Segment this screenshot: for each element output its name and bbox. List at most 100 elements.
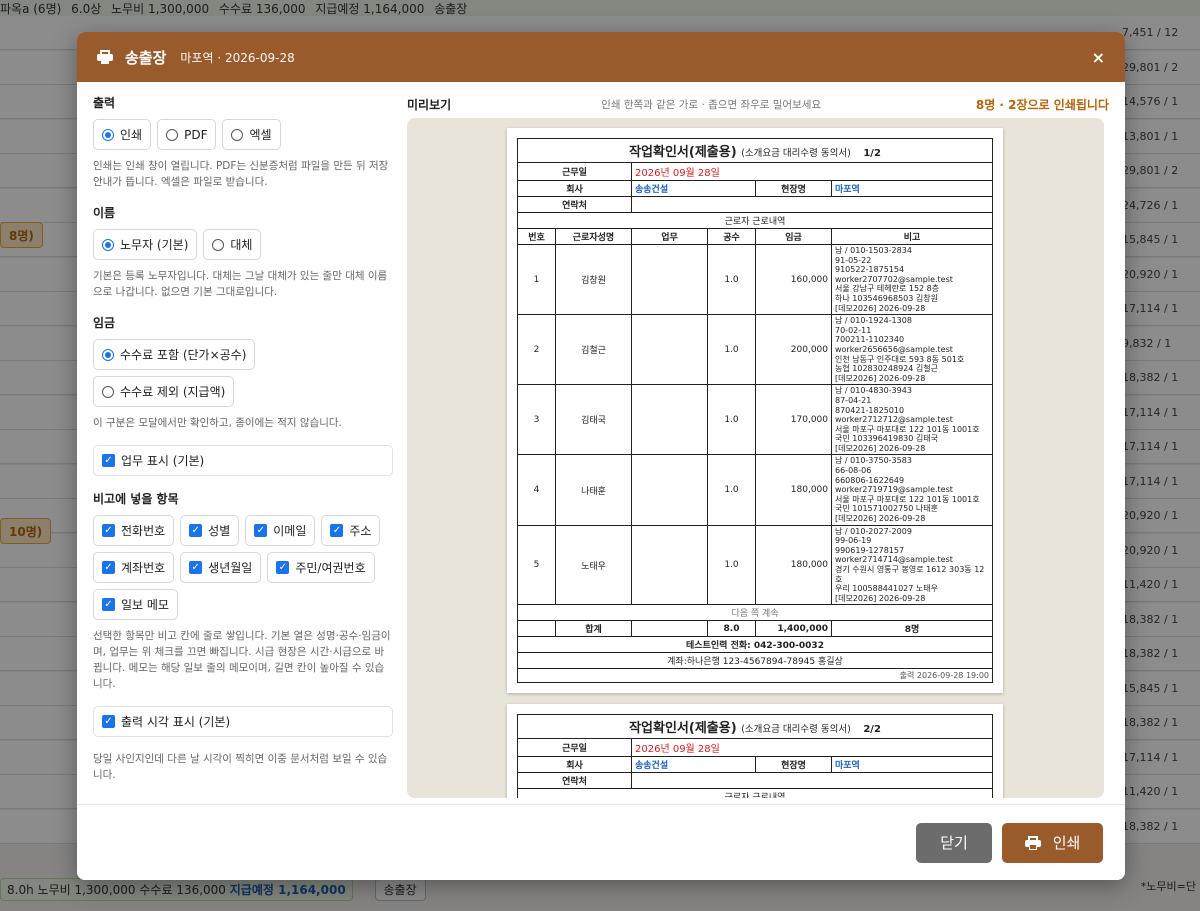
radio-icon[interactable] bbox=[102, 348, 114, 361]
option-label: PDF bbox=[184, 127, 208, 142]
radio-icon[interactable] bbox=[212, 238, 225, 251]
worker-name: 노태우 bbox=[555, 524, 632, 606]
page-count: 8명 · 2장으로 인쇄됩니다 bbox=[975, 97, 1109, 112]
row-number: 5 bbox=[517, 524, 556, 606]
check-icon[interactable]: ✓ bbox=[189, 561, 203, 574]
col-header: 근로자성명 bbox=[555, 228, 632, 245]
total-label: 합계 bbox=[555, 620, 632, 638]
work-date: 2026년 09월 28일 bbox=[631, 162, 993, 181]
show-time-checkbox[interactable]: ✓ 출력 시각 표시 (기본) bbox=[93, 706, 393, 737]
remark-account-checkbox[interactable]: ✓ 계좌번호 bbox=[93, 552, 175, 583]
check-icon[interactable]: ✓ bbox=[102, 561, 115, 574]
total-blank bbox=[631, 620, 708, 638]
check-icon[interactable]: ✓ bbox=[102, 454, 115, 467]
print-button-label: 인쇄 bbox=[1052, 834, 1081, 852]
worker-name: 나태훈 bbox=[555, 454, 632, 526]
worker-name: 김철근 bbox=[555, 314, 632, 386]
worker-row: 5 노태우 1.0 180,000 남 / 010-2027-2009 99-06-19… bbox=[517, 524, 993, 606]
check-icon[interactable]: ✓ bbox=[254, 524, 268, 537]
remark-gender-checkbox[interactable]: ✓ 성별 bbox=[180, 515, 240, 546]
remarks-title: 비고에 넣을 항목 bbox=[93, 492, 179, 506]
checkbox-label: 출력 시각 표시 (기본) bbox=[121, 715, 231, 729]
modal-subtitle: 마포역 · 2026-09-28 bbox=[180, 50, 295, 65]
wage-exclude-fee-option[interactable]: 수수료 제외 (지급액) bbox=[93, 376, 235, 407]
remark-birthdate-checkbox[interactable]: ✓ 생년월일 bbox=[180, 552, 262, 583]
option-label: 엑셀 bbox=[249, 128, 272, 142]
check-icon[interactable]: ✓ bbox=[330, 524, 344, 537]
remarks-options: ✓ 전화번호 ✓ 성별 ✓ 이메일 ✓ 주소 ✓ 계좌번호 ✓ 생년월일 ✓ 주민/여권번호 … bbox=[93, 515, 393, 620]
output-print-option[interactable]: 인쇄 bbox=[93, 119, 152, 150]
check-icon[interactable]: ✓ bbox=[102, 598, 115, 611]
close-icon[interactable]: × bbox=[1092, 48, 1105, 67]
checkbox-label: 주민/여권번호 bbox=[295, 561, 366, 575]
preview-scroll-area[interactable]: 작업확인서(제출용) (소개요금 대리수령 동의서) 1/2 근무일 2026년… bbox=[407, 118, 1104, 798]
worker-row: 4 나태훈 1.0 180,000 남 / 010-3750-3583 66-08-06… bbox=[517, 454, 993, 526]
check-icon[interactable]: ✓ bbox=[189, 524, 203, 537]
radio-icon[interactable] bbox=[231, 128, 244, 141]
preview-panel: 미리보기 인쇄 한쪽과 같은 가로 · 좁으면 좌우로 밀어보세요 8명 · 2… bbox=[407, 82, 1125, 804]
modal-header: 송출장 마포역 · 2026-09-28 × bbox=[77, 32, 1125, 82]
total-days: 8.0 bbox=[707, 620, 756, 638]
worker-row: 1 김창원 1.0 160,000 남 / 010-1503-2834 91-05-22… bbox=[517, 243, 993, 316]
check-icon[interactable]: ✓ bbox=[102, 524, 115, 537]
wage-options: 수수료 포함 (단가×공수) 수수료 제외 (지급액) bbox=[93, 339, 393, 407]
output-title: 출력 bbox=[93, 96, 116, 110]
checkbox-label: 일보 메모 bbox=[121, 598, 169, 612]
row-number: 2 bbox=[517, 314, 556, 386]
name-options: 노무자 (기본) 대체 bbox=[93, 229, 393, 260]
company: 송송건설 bbox=[631, 756, 756, 773]
show-work-checkbox[interactable]: ✓ 업무 표시 (기본) bbox=[93, 445, 393, 476]
printed-time: 출력 2026-09-28 19:00 bbox=[517, 668, 993, 684]
remark-id-number-checkbox[interactable]: ✓ 주민/여권번호 bbox=[267, 552, 375, 583]
remark-email-checkbox[interactable]: ✓ 이메일 bbox=[245, 515, 316, 546]
site: 마포역 bbox=[831, 180, 993, 197]
send-sheet-modal: 송출장 마포역 · 2026-09-28 × 출력 인쇄 PDF 엑셀 인쇄는 … bbox=[77, 32, 1125, 880]
work-date: 2026년 09월 28일 bbox=[631, 738, 993, 757]
output-excel-option[interactable]: 엑셀 bbox=[222, 119, 281, 150]
wage: 160,000 bbox=[755, 243, 832, 316]
radio-icon[interactable] bbox=[102, 385, 114, 398]
output-pdf-option[interactable]: PDF bbox=[157, 119, 217, 150]
work-confirmation-table: 작업확인서(제출용) (소개요금 대리수령 동의서) 1/2 근무일 2026년… bbox=[517, 138, 993, 684]
check-icon[interactable]: ✓ bbox=[102, 715, 115, 728]
document-page-1: 작업확인서(제출용) (소개요금 대리수령 동의서) 1/2 근무일 2026년… bbox=[507, 128, 1003, 694]
option-label: 수수료 제외 (지급액) bbox=[120, 385, 226, 399]
output-help: 인쇄는 인쇄 창이 열립니다. PDF는 신분증처럼 파일을 만든 뒤 저장 안… bbox=[93, 160, 389, 188]
checkbox-label: 성별 bbox=[208, 524, 231, 538]
checkbox-label: 업무 표시 (기본) bbox=[121, 454, 205, 468]
modal-footer: 닫기 인쇄 bbox=[77, 804, 1125, 880]
remark-memo-checkbox[interactable]: ✓ 일보 메모 bbox=[93, 589, 178, 620]
total-count: 8명 bbox=[831, 620, 993, 638]
radio-icon[interactable] bbox=[166, 128, 179, 141]
row-number: 1 bbox=[517, 243, 556, 316]
agency-phone: 테스트인력 전화: 042-300-0032 bbox=[517, 636, 993, 654]
wage-include-fee-option[interactable]: 수수료 포함 (단가×공수) bbox=[93, 339, 256, 370]
radio-icon[interactable] bbox=[102, 238, 114, 251]
check-icon[interactable]: ✓ bbox=[276, 561, 290, 574]
remark-phone-checkbox[interactable]: ✓ 전화번호 bbox=[93, 515, 175, 546]
work-type bbox=[631, 314, 708, 386]
total-blank bbox=[517, 620, 556, 638]
output-options: 인쇄 PDF 엑셀 bbox=[93, 119, 393, 150]
work-type bbox=[631, 243, 708, 316]
col-header: 공수 bbox=[707, 228, 756, 245]
preview-header: 미리보기 인쇄 한쪽과 같은 가로 · 좁으면 좌우로 밀어보세요 8명 · 2… bbox=[407, 94, 1109, 114]
row-number: 4 bbox=[517, 454, 556, 526]
wage: 180,000 bbox=[755, 454, 832, 526]
work-days: 1.0 bbox=[707, 524, 756, 606]
option-label: 대체 bbox=[230, 238, 253, 252]
print-button[interactable]: 인쇄 bbox=[1002, 822, 1103, 863]
checkbox-label: 생년월일 bbox=[208, 561, 253, 575]
close-button[interactable]: 닫기 bbox=[916, 822, 992, 863]
name-default-option[interactable]: 노무자 (기본) bbox=[93, 229, 198, 260]
wage-help: 이 구분은 모달에서만 확인하고, 종이에는 적지 않습니다. bbox=[93, 417, 342, 429]
agency-account: 계좌:하나은행 123-4567894-78945 홍길상 bbox=[517, 652, 993, 670]
worker-row: 3 김태국 1.0 170,000 남 / 010-4830-3943 87-04-21… bbox=[517, 384, 993, 456]
options-panel: 출력 인쇄 PDF 엑셀 인쇄는 인쇄 창이 열립니다. PDF는 신분증처럼 … bbox=[77, 82, 407, 804]
name-substitute-option[interactable]: 대체 bbox=[203, 229, 262, 260]
radio-icon[interactable] bbox=[102, 128, 114, 141]
printer-icon bbox=[1024, 835, 1041, 850]
work-type bbox=[631, 384, 708, 456]
remark-address-checkbox[interactable]: ✓ 주소 bbox=[321, 515, 381, 546]
modal-title: 송출장 bbox=[125, 48, 167, 67]
